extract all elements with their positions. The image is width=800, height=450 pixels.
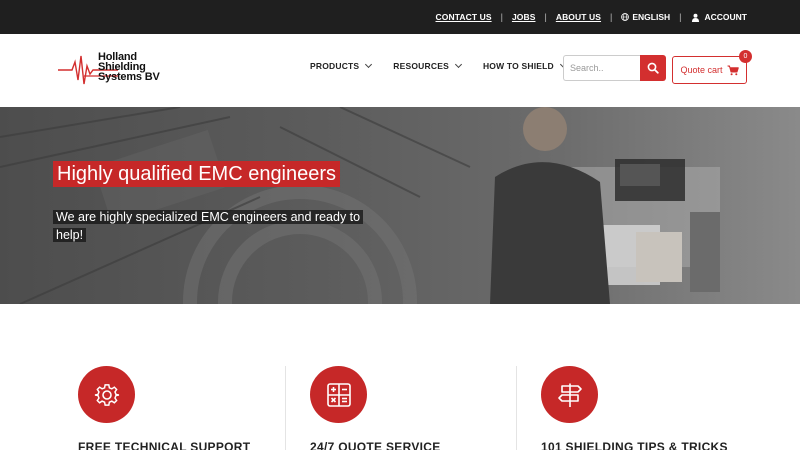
separator: |	[544, 12, 547, 22]
search-box	[563, 55, 666, 81]
search-input[interactable]	[563, 55, 641, 81]
chevron-down-icon	[365, 60, 373, 69]
nav-resources[interactable]: RESOURCES	[393, 60, 462, 71]
logo-line: Systems BV	[98, 71, 160, 83]
cart-icon	[727, 65, 739, 75]
calculator-icon	[326, 382, 351, 407]
user-icon	[691, 13, 699, 22]
feature-icon-circle	[78, 366, 135, 423]
jobs-link[interactable]: JOBS	[512, 12, 536, 22]
hero-subtitle: We are highly specialized EMC engineers …	[53, 208, 393, 244]
divider	[285, 366, 286, 450]
feature-title: 101 SHIELDING TIPS & TRICKS	[541, 440, 728, 450]
site-logo[interactable]: Holland Shielding Systems BV	[58, 52, 178, 88]
feature-shielding-tips[interactable]: 101 SHIELDING TIPS & TRICKS	[541, 366, 741, 450]
hero-banner: Highly qualified EMC engineers We are hi…	[0, 107, 800, 304]
separator: |	[610, 12, 613, 22]
account-link[interactable]: ACCOUNT	[691, 12, 748, 22]
globe-icon	[621, 13, 630, 21]
separator: |	[679, 12, 682, 22]
chevron-down-icon	[454, 60, 462, 69]
language-label: ENGLISH	[632, 12, 671, 22]
hero-background-image	[0, 107, 720, 304]
nav-label: PRODUCTS	[310, 61, 360, 71]
nav-label: RESOURCES	[393, 61, 449, 71]
separator: |	[500, 12, 503, 22]
hero-title: Highly qualified EMC engineers	[53, 161, 341, 187]
feature-icon-circle	[310, 366, 367, 423]
quote-cart-button[interactable]: Quote cart 0	[672, 50, 752, 84]
nav-label: HOW TO SHIELD	[482, 61, 554, 71]
nav-products[interactable]: PRODUCTS	[310, 60, 373, 71]
about-us-link[interactable]: ABOUT US	[556, 12, 601, 22]
top-bar: CONTACT US | JOBS | ABOUT US | ENGLISH |…	[0, 0, 800, 34]
divider	[516, 366, 517, 450]
site-header: Holland Shielding Systems BV PRODUCTS RE…	[0, 34, 800, 107]
account-label: ACCOUNT	[704, 12, 748, 22]
hero-subtitle-text: We are highly specialized EMC engineers …	[53, 210, 364, 242]
feature-title: FREE TECHNICAL SUPPORT	[78, 440, 251, 450]
language-selector[interactable]: ENGLISH	[621, 12, 670, 22]
search-icon	[647, 62, 659, 74]
feature-technical-support[interactable]: FREE TECHNICAL SUPPORT	[78, 366, 278, 450]
features-section: FREE TECHNICAL SUPPORT 24/7 QUOTE SERVIC…	[0, 304, 800, 450]
quote-cart-label: Quote cart	[680, 65, 723, 75]
logo-text: Holland Shielding Systems BV	[98, 52, 160, 83]
main-nav: PRODUCTS RESOURCES HOW TO SHIELD	[310, 60, 588, 71]
signpost-icon	[557, 383, 582, 407]
feature-icon-circle	[541, 366, 598, 423]
nav-how-to-shield[interactable]: HOW TO SHIELD	[482, 60, 567, 71]
feature-title: 24/7 QUOTE SERVICE	[310, 440, 441, 450]
top-links: CONTACT US | JOBS | ABOUT US | ENGLISH |…	[436, 0, 748, 34]
quote-count-badge: 0	[739, 50, 752, 63]
feature-quote-service[interactable]: 24/7 QUOTE SERVICE	[310, 366, 510, 450]
gear-icon	[94, 383, 119, 406]
search-button[interactable]	[640, 55, 666, 81]
contact-us-link[interactable]: CONTACT US	[436, 12, 492, 22]
